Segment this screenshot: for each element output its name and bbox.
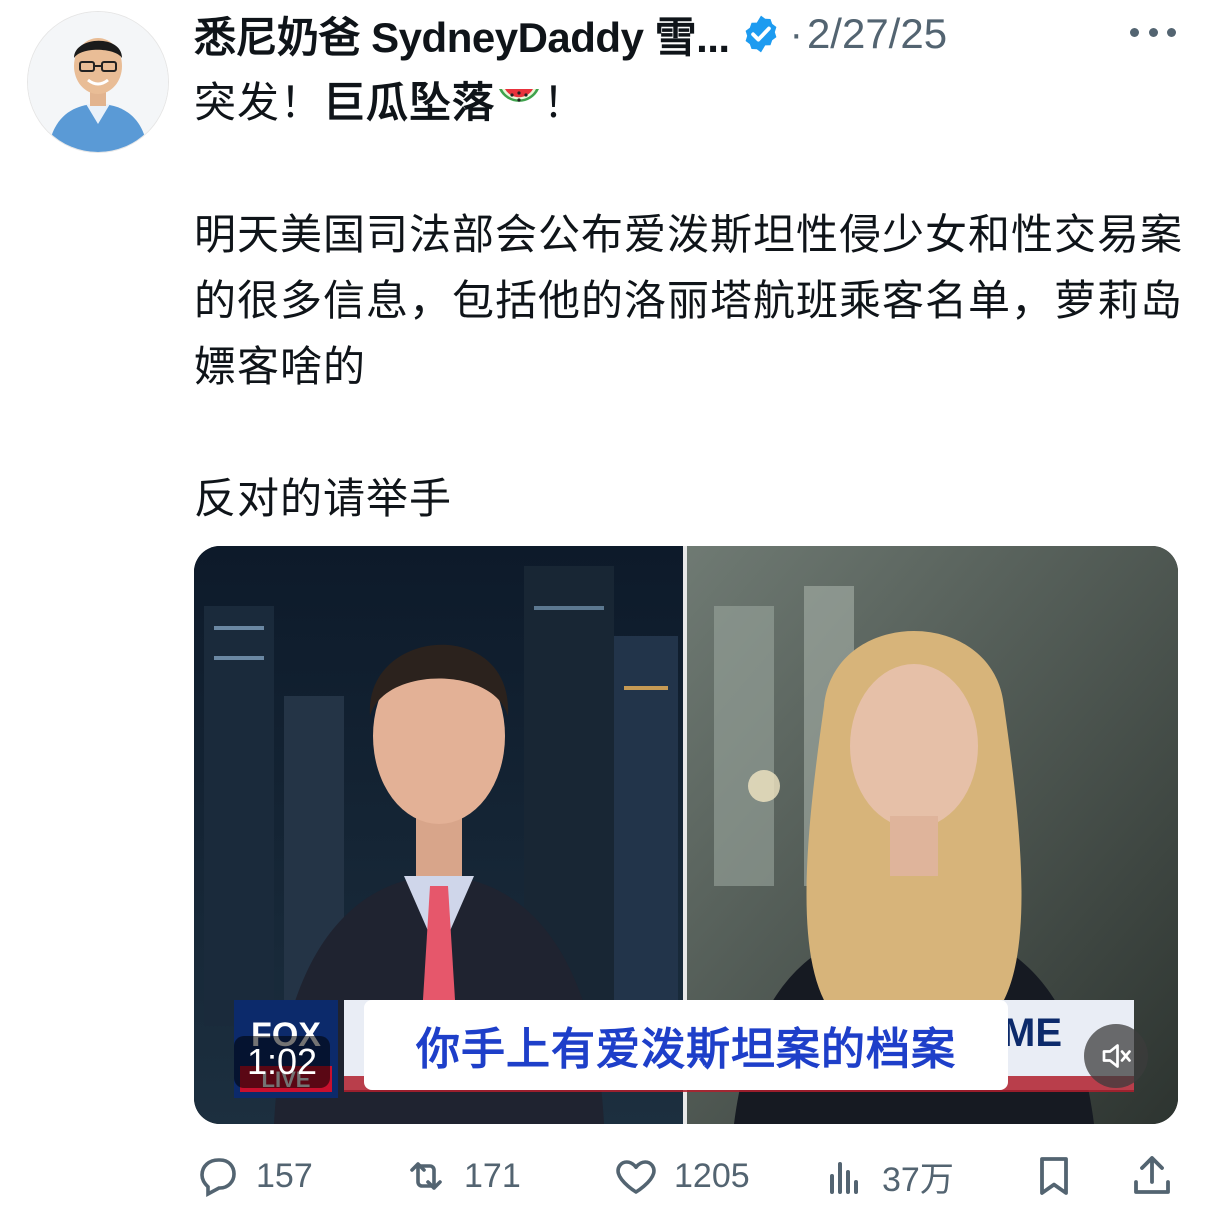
more-icon[interactable] [1130,20,1176,44]
video-player[interactable]: FOX LIVE ME 你手上有爱泼斯坦案的档案 [194,546,1178,1124]
video-subtitle: 你手上有爱泼斯坦案的档案 [364,1000,1008,1090]
views-count: 37万 [882,1160,954,1199]
repost-count: 171 [464,1156,521,1195]
repost-button[interactable]: 171 [402,1148,521,1204]
avatar[interactable] [28,12,168,152]
video-duration: 1:02 [234,1036,330,1088]
headline-bold: 巨瓜坠落 [323,78,496,127]
views-icon [830,1162,858,1194]
post-headline: 突发！巨瓜坠落 ！ [194,70,1184,136]
post-body: 突发！巨瓜坠落 ！ 明天美国司法部会公布爱泼斯坦性侵少女和性交易案的很多信息，包… [194,70,1184,532]
avatar-image [28,12,168,152]
headline-prefix: 突发！ [194,78,324,127]
post-date[interactable]: 2/27/25 [807,10,947,58]
share-icon [1134,1156,1170,1194]
repost-icon [410,1162,442,1190]
mute-icon[interactable] [1084,1024,1148,1088]
views-button[interactable]: 37万 [820,1148,954,1204]
share-button[interactable] [1128,1148,1176,1204]
verified-badge-icon [745,15,777,53]
headline-suffix: ！ [543,78,587,127]
header-separator: · [789,11,803,56]
watermelon-emoji-icon [499,89,540,102]
like-button[interactable]: 1205 [612,1148,750,1204]
reply-button[interactable]: 157 [194,1148,313,1204]
post-header: 悉尼奶爸 SydneyDaddy 雪... · 2/27/25 [194,8,1184,61]
ticker-fragment: ME [1002,1011,1062,1055]
action-bar: 157 171 1205 37万 [194,1148,1184,1204]
reply-icon [200,1158,236,1198]
post-paragraph-1: 明天美国司法部会公布爱泼斯坦性侵少女和性交易案的很多信息，包括他的洛丽塔航班乘客… [194,210,1184,391]
bookmark-button[interactable] [1030,1148,1078,1204]
author-name[interactable]: 悉尼奶爸 SydneyDaddy 雪... [194,4,730,65]
like-icon [616,1160,656,1194]
post-paragraph-2: 反对的请举手 [194,474,453,523]
reply-count: 157 [256,1156,313,1195]
bookmark-icon [1040,1157,1068,1195]
like-count: 1205 [674,1156,750,1195]
